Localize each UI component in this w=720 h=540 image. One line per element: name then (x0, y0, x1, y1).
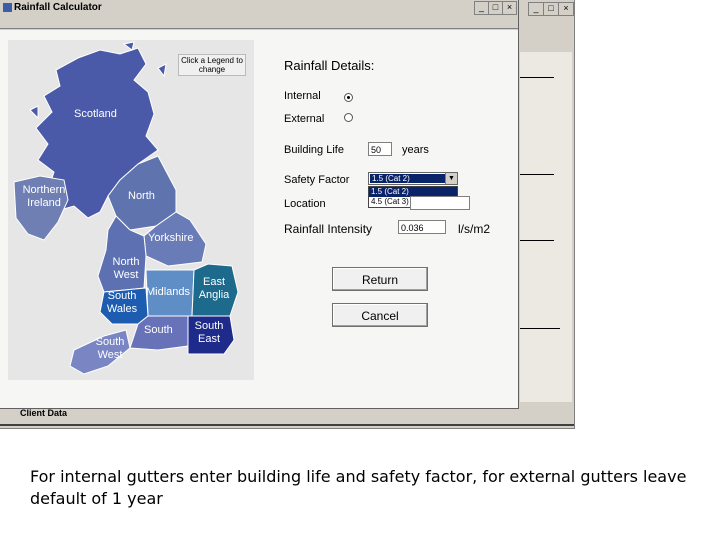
internal-label: Internal (284, 90, 321, 102)
safety-factor-label: Safety Factor (284, 174, 350, 186)
region-label-south-wales: South Wales (106, 290, 138, 315)
region-label-south-east: South East (194, 320, 224, 345)
external-radio[interactable] (344, 113, 353, 122)
client-data-label: Client Data (20, 408, 68, 418)
legend-note[interactable]: Click a Legend to change (178, 54, 246, 76)
safety-factor-selected: 1.5 (Cat 2) (370, 174, 446, 183)
region-label-scotland: Scotland (74, 108, 117, 120)
background-panel (520, 52, 572, 402)
app-icon (3, 3, 12, 12)
rainfall-details-heading: Rainfall Details: (284, 58, 375, 73)
bg-minimize-button[interactable]: _ (528, 2, 544, 16)
divider (520, 77, 554, 78)
region-label-north-west: North West (112, 256, 140, 281)
building-life-input[interactable]: 50 (368, 142, 392, 156)
region-label-south-west: South West (95, 336, 125, 361)
region-label-east-anglia: East Anglia (198, 276, 230, 301)
divider (520, 328, 560, 329)
uk-region-map: Scotland Northern Ireland North Yorkshir… (8, 40, 254, 380)
units-label: l/s/m2 (458, 222, 491, 236)
divider (520, 240, 554, 241)
years-label: years (402, 144, 429, 156)
maximize-button[interactable]: □ (488, 1, 503, 15)
dialog-title-bar: Rainfall Calculator (0, 0, 518, 16)
building-life-label: Building Life (284, 144, 344, 156)
region-label-north: North (128, 190, 155, 202)
chevron-down-icon[interactable]: ▼ (445, 173, 457, 184)
cancel-button[interactable]: Cancel (332, 303, 428, 327)
internal-radio[interactable] (344, 93, 353, 102)
close-button[interactable]: × (502, 1, 517, 15)
minimize-button[interactable]: _ (474, 1, 489, 15)
divider (0, 424, 574, 426)
divider (520, 174, 554, 175)
bg-close-button[interactable]: × (558, 2, 574, 16)
region-label-south: South (144, 324, 173, 336)
rainfall-calculator-dialog: Rainfall Calculator _ □ × Scotland North… (0, 0, 519, 409)
region-label-yorkshire: Yorkshire (148, 232, 194, 244)
region-label-northern-ireland: Northern Ireland (22, 184, 66, 209)
external-label: External (284, 113, 325, 125)
location-field[interactable] (410, 196, 470, 210)
safety-factor-select[interactable]: 1.5 (Cat 2) ▼ (368, 172, 458, 185)
rainfall-intensity-label: Rainfall Intensity (284, 222, 373, 236)
return-button[interactable]: Return (332, 267, 428, 291)
rainfall-intensity-output[interactable]: 0.036 (398, 220, 446, 234)
dialog-title: Rainfall Calculator (14, 2, 102, 13)
divider (0, 28, 518, 29)
location-label: Location (284, 198, 326, 210)
bg-maximize-button[interactable]: □ (543, 2, 559, 16)
caption-text: For internal gutters enter building life… (30, 467, 687, 508)
region-label-midlands: Midlands (146, 286, 191, 298)
